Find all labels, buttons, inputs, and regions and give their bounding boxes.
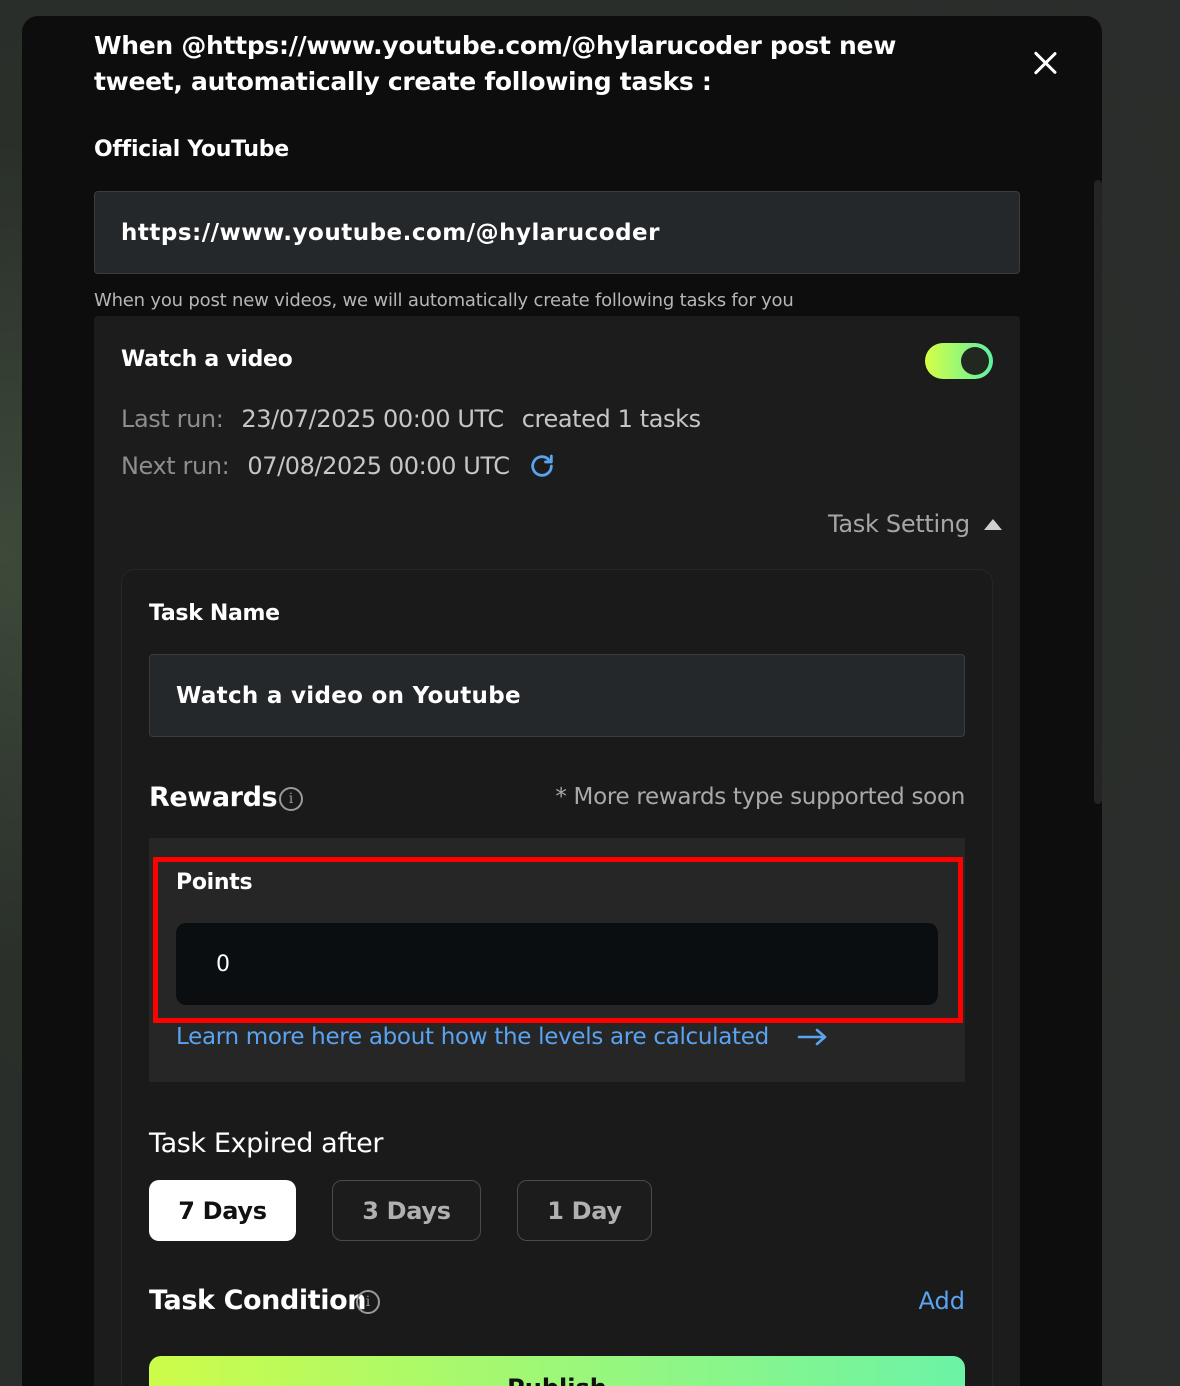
modal-scrollbar[interactable] bbox=[1094, 180, 1102, 804]
task-expired-label: Task Expired after bbox=[149, 1128, 384, 1159]
task-setting-toggle[interactable]: Task Setting bbox=[828, 510, 1002, 538]
condition-info-icon[interactable]: i bbox=[356, 1290, 380, 1314]
last-run-line: Last run: 23/07/2025 00:00 UTC created 1… bbox=[121, 405, 701, 433]
next-run-line: Next run: 07/08/2025 00:00 UTC bbox=[121, 452, 556, 480]
next-run-value: 07/08/2025 00:00 UTC bbox=[247, 452, 510, 480]
expire-1-day-button[interactable]: 1 Day bbox=[517, 1180, 652, 1241]
expire-3-days-button[interactable]: 3 Days bbox=[332, 1180, 481, 1241]
official-youtube-label: Official YouTube bbox=[94, 137, 289, 162]
rewards-note: * More rewards type supported soon bbox=[555, 784, 965, 810]
add-condition-link[interactable]: Add bbox=[919, 1287, 965, 1315]
modal-heading: When @https://www.youtube.com/@hylarucod… bbox=[94, 31, 896, 96]
toggle-knob bbox=[961, 347, 989, 375]
last-run-label: Last run: bbox=[121, 405, 224, 433]
last-run-value: 23/07/2025 00:00 UTC bbox=[241, 405, 504, 433]
next-run-label: Next run: bbox=[121, 452, 230, 480]
close-icon[interactable] bbox=[1028, 46, 1062, 80]
highlight-box bbox=[153, 857, 963, 1023]
refresh-icon[interactable] bbox=[528, 452, 556, 480]
task-name-input[interactable]: Watch a video on Youtube bbox=[149, 654, 965, 737]
expire-7-days-button[interactable]: 7 Days bbox=[149, 1180, 296, 1241]
learn-more-text: Learn more here about how the levels are… bbox=[176, 1024, 769, 1050]
publish-button[interactable]: Publish bbox=[149, 1356, 965, 1386]
task-name-label: Task Name bbox=[149, 601, 280, 626]
auto-task-hint: When you post new videos, we will automa… bbox=[94, 290, 794, 311]
rewards-label: Rewards bbox=[149, 782, 278, 813]
rewards-info-icon[interactable]: i bbox=[279, 787, 303, 811]
created-tasks-text: created 1 tasks bbox=[521, 405, 701, 433]
task-setting-label: Task Setting bbox=[828, 510, 970, 538]
task-title: Watch a video bbox=[121, 347, 293, 372]
caret-up-icon bbox=[983, 518, 1002, 530]
official-url-field[interactable]: https://www.youtube.com/@hylarucoder bbox=[94, 191, 1020, 274]
arrow-right-icon bbox=[797, 1028, 827, 1046]
task-enabled-toggle[interactable] bbox=[925, 343, 993, 379]
task-condition-label: Task Condition bbox=[149, 1285, 367, 1316]
learn-more-link[interactable]: Learn more here about how the levels are… bbox=[176, 1024, 829, 1050]
